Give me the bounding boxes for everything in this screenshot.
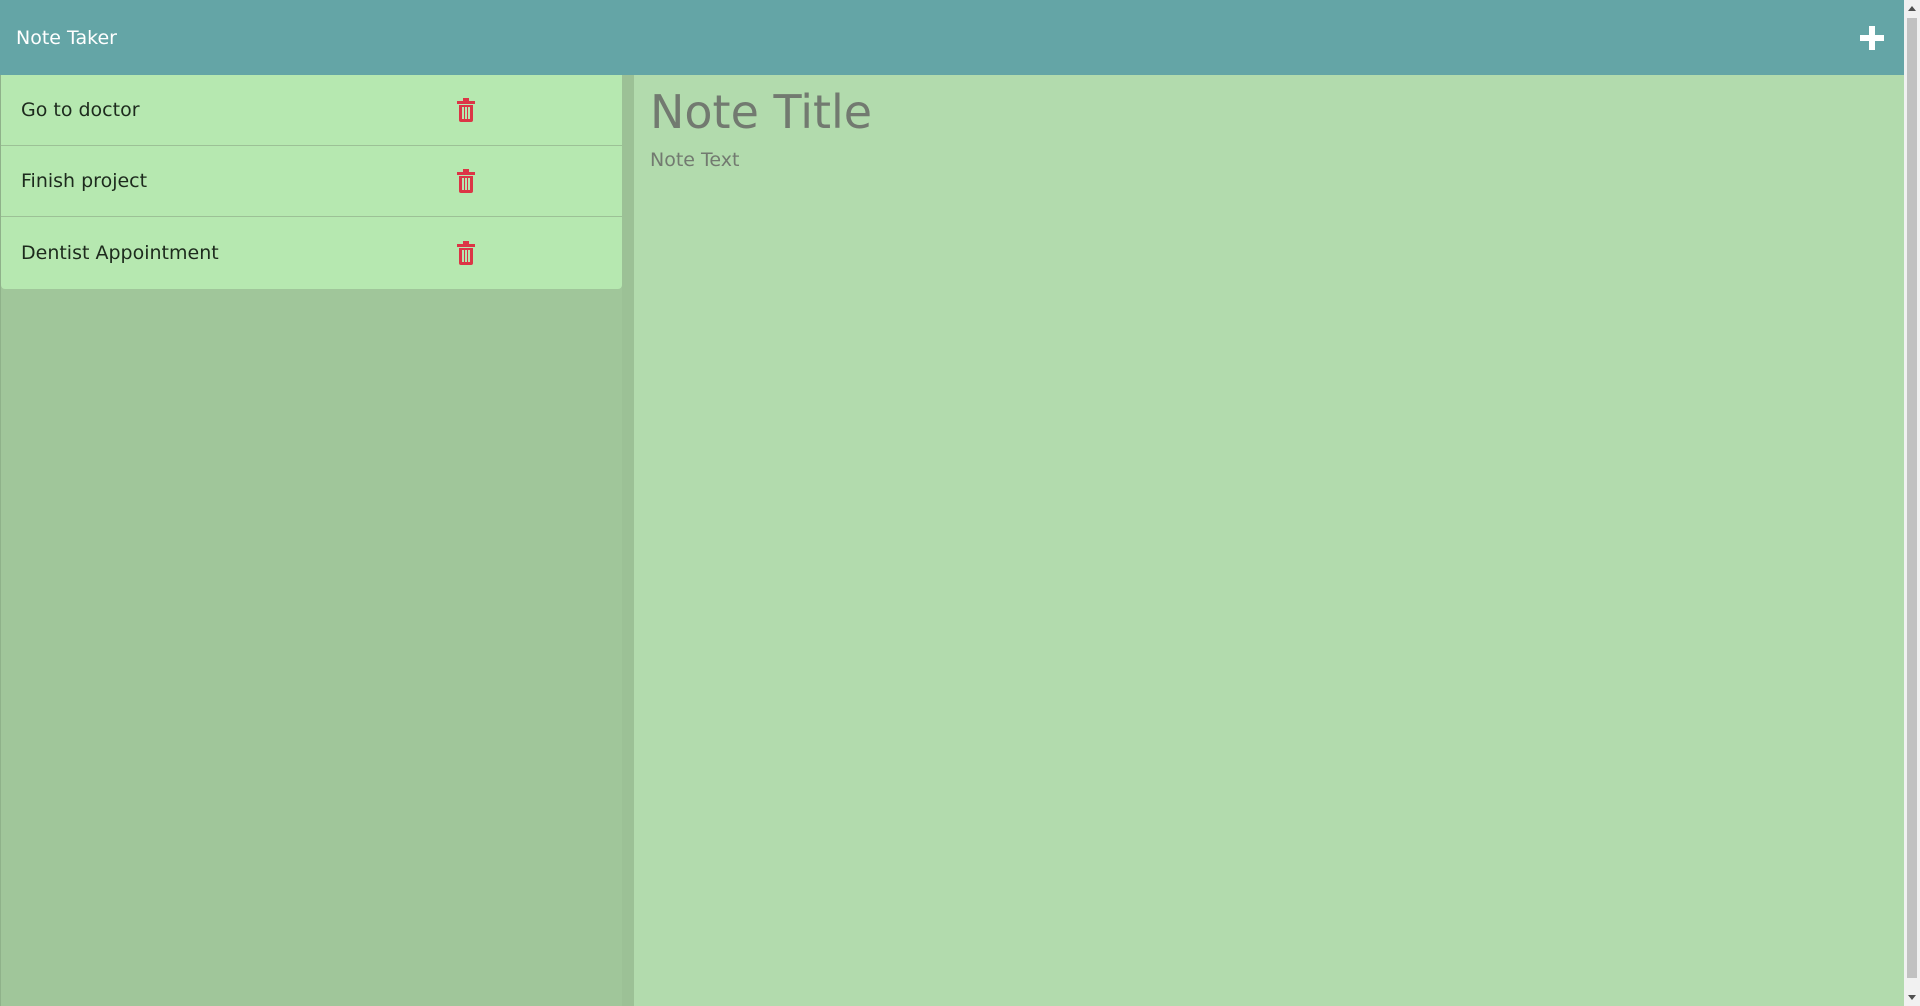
- note-label: Dentist Appointment: [21, 242, 219, 264]
- new-note-button[interactable]: [1858, 24, 1886, 52]
- note-title-input[interactable]: [650, 85, 1888, 139]
- scroll-down-icon[interactable]: [1908, 995, 1916, 1000]
- trash-icon[interactable]: [456, 98, 476, 122]
- note-label: Go to doctor: [21, 99, 140, 121]
- list-item[interactable]: Go to doctor: [1, 75, 622, 146]
- page-scrollbar[interactable]: [1904, 0, 1920, 1006]
- navbar: Note Taker: [0, 0, 1904, 75]
- panel-divider: [622, 75, 634, 1006]
- scroll-up-icon[interactable]: [1908, 6, 1916, 11]
- trash-icon[interactable]: [456, 169, 476, 193]
- note-text-input[interactable]: [650, 149, 1888, 929]
- brand-title[interactable]: Note Taker: [16, 27, 117, 49]
- trash-icon[interactable]: [456, 241, 476, 265]
- list-item[interactable]: Dentist Appointment: [1, 217, 622, 289]
- list-item[interactable]: Finish project: [1, 146, 622, 217]
- note-label: Finish project: [21, 170, 148, 192]
- note-list-panel: Go to doctor Finish project Dentist Appo…: [0, 75, 622, 1006]
- note-list: Go to doctor Finish project Dentist Appo…: [1, 75, 622, 289]
- scroll-thumb[interactable]: [1907, 18, 1917, 978]
- note-editor: [634, 75, 1904, 1006]
